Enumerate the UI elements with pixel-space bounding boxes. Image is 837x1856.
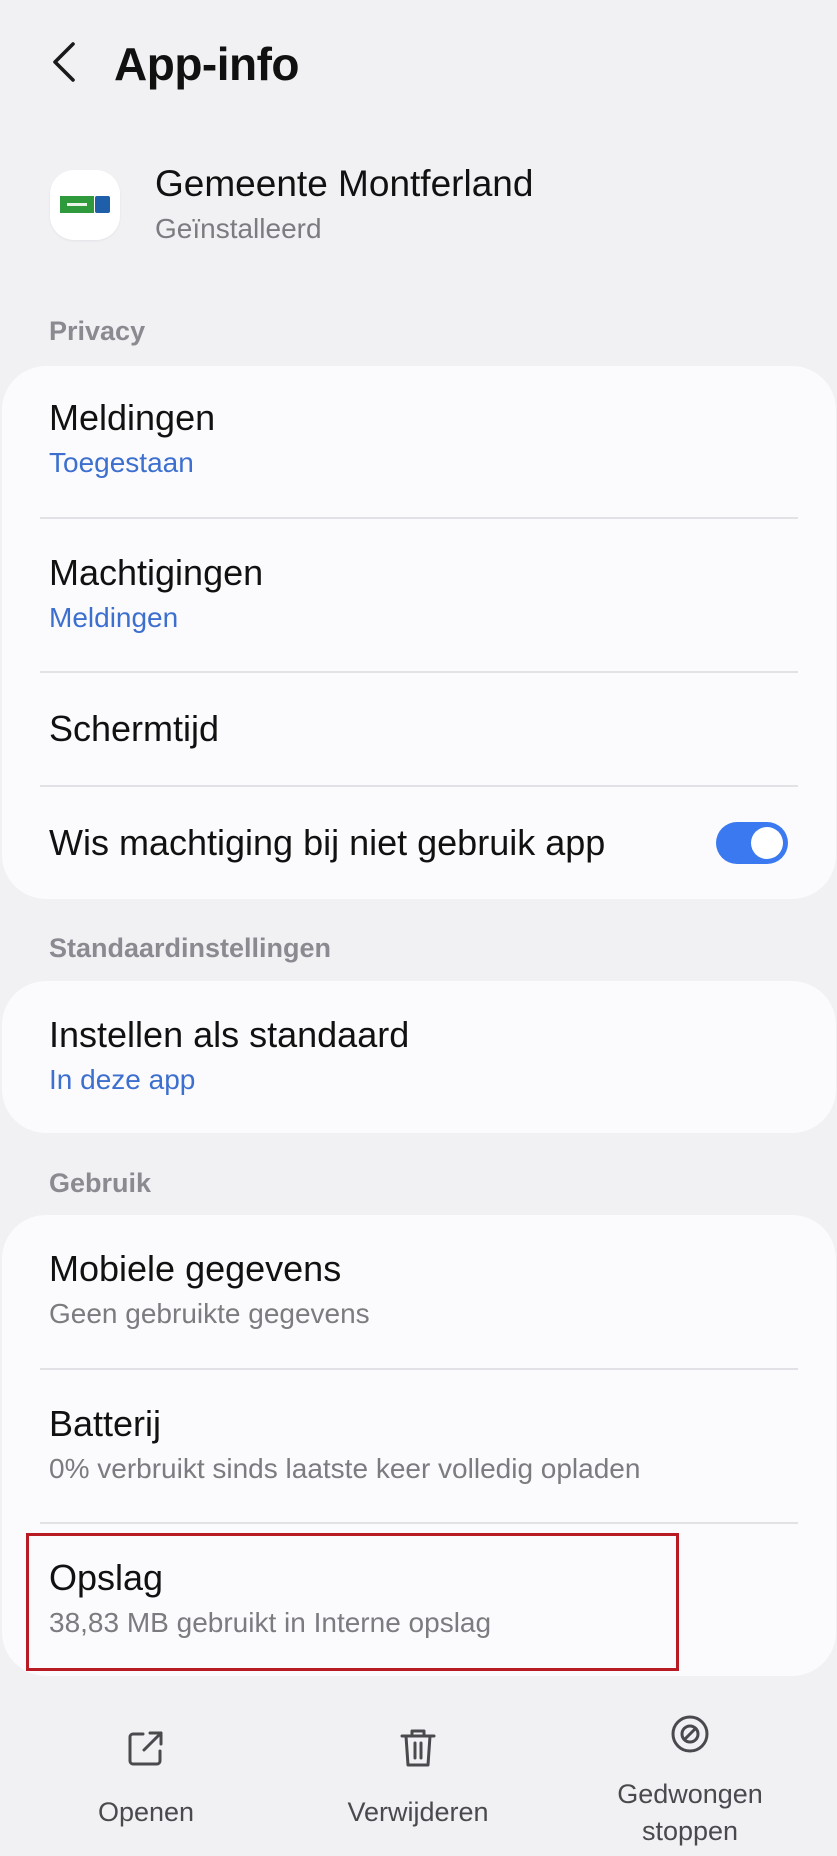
item-title: Batterij: [49, 1403, 162, 1444]
item-title: Mobiele gegevens: [49, 1248, 342, 1289]
section-label-standaardinstellingen: Standaardinstellingen: [49, 933, 332, 963]
item-title: Meldingen: [49, 397, 216, 438]
item-subtitle: In deze app: [49, 1064, 196, 1095]
bottom-action-bar: Openen Verwijderen Gedwongen stoppen: [0, 1690, 837, 1856]
section-label-privacy: Privacy: [49, 316, 146, 346]
item-subtitle: 38,83 MB gebruikt in Interne opslag: [49, 1607, 492, 1638]
item-title: Instellen als standaard: [49, 1014, 410, 1055]
action-label: Verwijderen: [347, 1797, 489, 1827]
list-item-wis-machtiging[interactable]: Wis machtiging bij niet gebruik app: [2, 787, 836, 899]
uninstall-button[interactable]: Verwijderen: [318, 1690, 518, 1850]
trash-icon: [396, 1726, 440, 1770]
app-install-status: Geïnstalleerd: [155, 213, 322, 244]
list-item-schermtijd[interactable]: Schermtijd: [2, 673, 836, 785]
list-item-machtigingen[interactable]: Machtigingen Meldingen: [2, 519, 836, 671]
section-label-gebruik: Gebruik: [49, 1168, 152, 1198]
list-item-batterij[interactable]: Batterij 0% verbruikt sinds laatste keer…: [2, 1370, 836, 1522]
defaults-card: Instellen als standaard In deze app: [2, 981, 836, 1133]
list-item-mobiele-gegevens[interactable]: Mobiele gegevens Geen gebruikte gegevens: [2, 1215, 836, 1368]
item-title: Schermtijd: [49, 708, 220, 749]
item-title: Opslag: [49, 1557, 164, 1598]
item-subtitle: Meldingen: [49, 602, 179, 633]
app-summary: Gemeente Montferland Geïnstalleerd: [0, 150, 837, 260]
privacy-card: Meldingen Toegestaan Machtigingen Meldin…: [2, 366, 836, 899]
item-subtitle: 0% verbruikt sinds laatste keer volledig…: [49, 1453, 641, 1484]
usage-card: Mobiele gegevens Geen gebruikte gegevens…: [2, 1215, 836, 1676]
list-item-meldingen[interactable]: Meldingen Toegestaan: [2, 366, 836, 518]
open-button[interactable]: Openen: [46, 1690, 246, 1850]
item-title: Wis machtiging bij niet gebruik app: [49, 822, 606, 863]
chevron-left-icon: [53, 42, 75, 82]
app-name: Gemeente Montferland: [155, 163, 534, 204]
open-external-icon: [124, 1726, 168, 1770]
app-bar: App-info: [0, 0, 837, 130]
force-stop-button[interactable]: Gedwongen stoppen: [590, 1690, 790, 1850]
toggle-knob: [751, 827, 783, 859]
action-label: Gedwongen stoppen: [617, 1779, 763, 1846]
app-logo-icon: [50, 170, 120, 240]
item-subtitle: Toegestaan: [49, 447, 194, 478]
list-item-opslag[interactable]: Opslag 38,83 MB gebruikt in Interne opsl…: [2, 1524, 836, 1676]
action-label: Openen: [97, 1797, 195, 1827]
remove-permissions-toggle[interactable]: [716, 822, 788, 864]
stop-icon: [668, 1712, 712, 1756]
item-subtitle: Geen gebruikte gegevens: [49, 1298, 370, 1329]
item-title: Machtigingen: [49, 552, 264, 593]
list-item-instellen-als-standaard[interactable]: Instellen als standaard In deze app: [2, 981, 836, 1133]
back-button[interactable]: [38, 32, 90, 92]
page-title: App-info: [114, 38, 300, 90]
